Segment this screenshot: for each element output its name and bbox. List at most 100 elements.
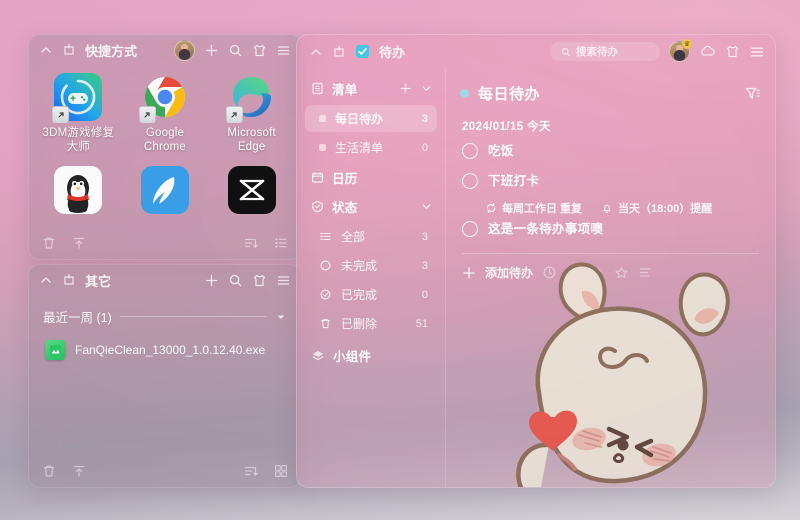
edge-icon — [225, 73, 276, 123]
sidebar-section-status[interactable]: 状态 — [297, 192, 445, 221]
plus-icon[interactable] — [462, 266, 476, 280]
todo-item[interactable]: 下班打卡 — [462, 170, 761, 196]
shortcuts-grid: 3DM游戏修复大师 Google Chrome Microsoft Edge — [29, 65, 301, 225]
chevron-down-icon[interactable] — [420, 82, 433, 95]
check-circle-icon — [319, 288, 332, 301]
grid-view-icon[interactable] — [273, 463, 289, 479]
shortcuts-panel: 快捷方式 3DM游戏修复大师 Google Chrome Microsoft E… — [28, 34, 302, 260]
upload-icon[interactable] — [71, 235, 87, 251]
collapse-chevron-icon[interactable] — [309, 45, 323, 59]
todo-item-label: 这是一条待办事项噢 — [488, 222, 604, 236]
calendar-icon — [311, 171, 324, 184]
todo-body: 清单 每日待办 3 生活清单 0 日历 状态 全部 3 未完成 3 已完成 0 … — [297, 68, 775, 487]
sidebar-item-completed[interactable]: 已完成 0 — [305, 281, 437, 308]
sidebar-item-daily-todo[interactable]: 每日待办 3 — [305, 105, 437, 132]
shirt-icon[interactable] — [252, 273, 267, 288]
all-list-icon — [319, 230, 332, 243]
shortcut-label: 3DM游戏修复大师 — [42, 127, 115, 153]
chevron-down-icon[interactable] — [420, 200, 433, 213]
file-group-label: 最近一周 (1) — [43, 311, 112, 325]
sidebar-item-count: 3 — [421, 112, 428, 125]
menu-icon[interactable] — [276, 273, 291, 288]
todo-item[interactable]: 吃饭 — [462, 140, 761, 166]
circle-icon — [319, 259, 332, 272]
shortcut-item[interactable] — [35, 162, 122, 225]
list-item[interactable]: FanQieClean_13000_1.0.12.40.exe — [45, 340, 301, 360]
sidebar-section-widgets[interactable]: 小组件 — [297, 341, 445, 370]
pin-icon[interactable] — [62, 43, 76, 57]
todo-item-label: 下班打卡 — [488, 174, 540, 188]
shortcuts-panel-header: 快捷方式 — [29, 35, 301, 65]
shortcut-item[interactable] — [122, 162, 209, 225]
cloud-icon[interactable] — [699, 43, 716, 60]
capcut-icon — [227, 166, 276, 214]
bunny-kiss-heart-illustration — [451, 247, 775, 487]
shirt-icon[interactable] — [725, 44, 740, 59]
sidebar-item-deleted[interactable]: 已删除 51 — [305, 310, 437, 337]
clock-icon[interactable] — [542, 265, 557, 280]
file-group-header[interactable]: 最近一周 (1) — [29, 307, 301, 326]
sort-icon[interactable] — [243, 463, 259, 479]
shortcut-item[interactable]: 3DM游戏修复大师 — [35, 69, 122, 160]
avatar[interactable] — [174, 39, 195, 61]
other-panel: 其它 最近一周 (1) FanQieClean_13000_1.0.12.40.… — [28, 264, 302, 488]
sort-icon[interactable] — [243, 235, 259, 251]
todo-checkbox[interactable] — [462, 143, 478, 159]
bell-icon[interactable] — [590, 265, 605, 280]
sidebar-item-label: 未完成 — [341, 259, 378, 273]
todo-list-title: 每日待办 — [478, 85, 541, 103]
menu-icon[interactable] — [276, 43, 291, 58]
list-divider — [462, 253, 759, 254]
search-icon[interactable] — [228, 43, 243, 58]
add-icon[interactable] — [204, 43, 219, 58]
collapse-chevron-icon[interactable] — [39, 273, 53, 287]
shortcut-arrow-badge — [52, 106, 70, 123]
more-icon[interactable] — [638, 265, 653, 280]
star-icon[interactable] — [614, 265, 629, 280]
shortcut-item[interactable]: Google Chrome — [122, 69, 209, 160]
chrome-icon — [138, 73, 189, 123]
sidebar-item-life-list[interactable]: 生活清单 0 — [305, 134, 437, 161]
bell-icon — [601, 202, 613, 214]
todo-item[interactable]: 这是一条待办事项噢 — [462, 218, 761, 244]
add-icon[interactable] — [399, 82, 412, 95]
list-view-icon[interactable] — [273, 235, 289, 251]
sidebar-item-all[interactable]: 全部 3 — [305, 223, 437, 250]
collapse-chevron-icon[interactable] — [39, 43, 53, 57]
add-todo-row[interactable]: 添加待办 — [462, 264, 761, 281]
chevron-down-icon[interactable] — [275, 311, 287, 323]
todo-date-label: 2024/01/15 今天 — [462, 121, 551, 133]
menu-icon[interactable] — [749, 44, 765, 60]
filter-icon[interactable] — [744, 85, 761, 102]
add-icon[interactable] — [204, 273, 219, 288]
widget-icon — [311, 349, 325, 363]
qq-penguin-icon — [54, 166, 103, 214]
search-input[interactable]: 搜索待办 — [550, 42, 660, 61]
upload-icon[interactable] — [71, 463, 87, 479]
shortcut-item[interactable] — [208, 162, 295, 225]
sidebar-item-label: 每日待办 — [335, 112, 384, 126]
trash-icon — [319, 317, 332, 330]
sidebar-item-count: 3 — [421, 230, 428, 243]
shortcut-item[interactable]: Microsoft Edge — [208, 69, 295, 160]
trash-icon[interactable] — [41, 463, 57, 479]
sidebar-item-label: 全部 — [341, 230, 366, 244]
sidebar-section-calendar[interactable]: 日历 — [297, 163, 445, 192]
search-placeholder: 搜索待办 — [576, 46, 618, 58]
search-icon[interactable] — [228, 273, 243, 288]
pin-icon[interactable] — [332, 45, 346, 59]
sidebar-item-incomplete[interactable]: 未完成 3 — [305, 252, 437, 279]
other-panel-title: 其它 — [85, 273, 112, 289]
pin-icon[interactable] — [62, 273, 76, 287]
flag-icon[interactable] — [566, 265, 581, 280]
todo-window-header: 待办 搜索待办 ♛ — [297, 35, 775, 68]
todo-sidebar: 清单 每日待办 3 生活清单 0 日历 状态 全部 3 未完成 3 已完成 0 … — [297, 68, 446, 487]
todo-checkbox[interactable] — [462, 173, 478, 189]
trash-icon[interactable] — [41, 235, 57, 251]
avatar[interactable]: ♛ — [669, 39, 692, 62]
repeat-icon — [485, 202, 497, 214]
shirt-icon[interactable] — [252, 43, 267, 58]
sidebar-section-lists[interactable]: 清单 — [297, 74, 445, 103]
list-color-dot — [319, 144, 326, 151]
todo-checkbox[interactable] — [462, 221, 478, 237]
